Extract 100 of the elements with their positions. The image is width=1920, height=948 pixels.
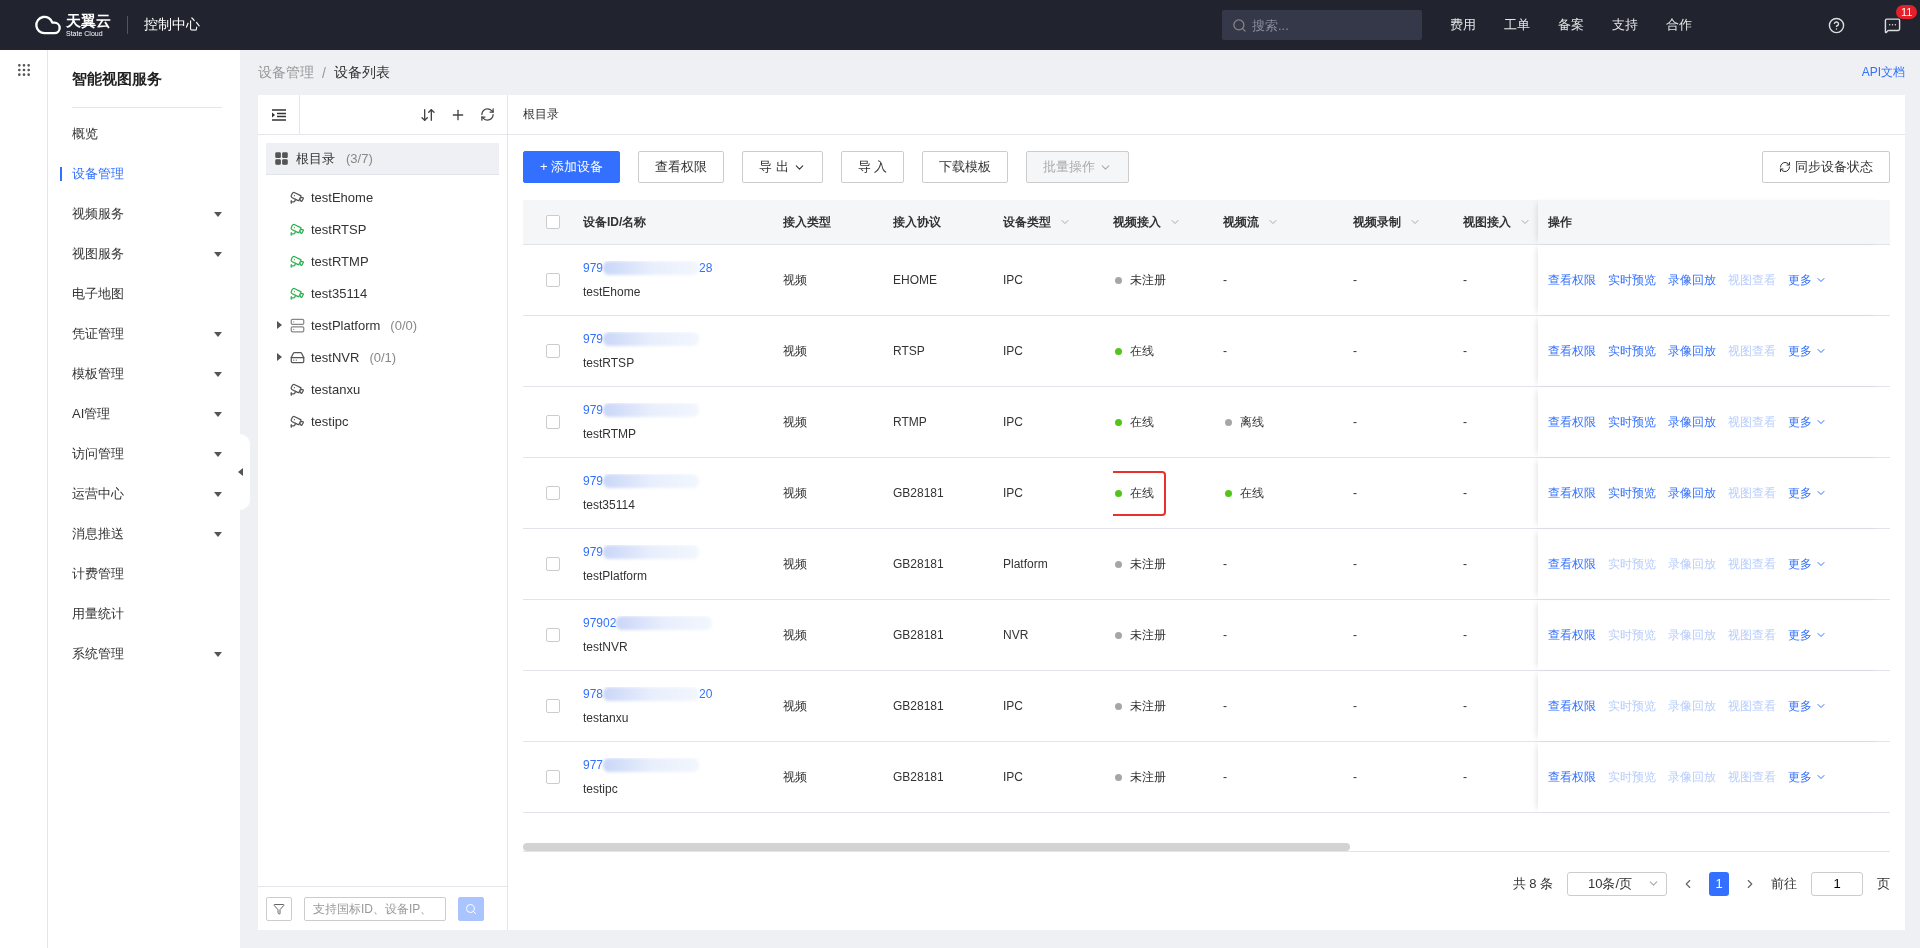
action-link[interactable]: 录像回放 <box>1668 271 1716 289</box>
toolbar-button[interactable]: 下载模板 <box>922 151 1009 183</box>
page-suffix: 页 <box>1877 874 1890 893</box>
page-size-select[interactable]: 10条/页 <box>1567 871 1667 896</box>
nav-link[interactable]: 工单 <box>1504 16 1530 34</box>
checkbox[interactable] <box>546 557 560 571</box>
checkbox[interactable] <box>546 486 560 500</box>
filter-button[interactable] <box>266 896 292 921</box>
refresh-icon[interactable] <box>480 106 495 122</box>
action-link[interactable]: 更多 <box>1788 555 1827 573</box>
action-link[interactable]: 更多 <box>1788 626 1827 644</box>
tree-item[interactable]: test35114 <box>258 277 507 309</box>
action-link[interactable]: 查看权限 <box>1548 271 1596 289</box>
checkbox[interactable] <box>546 215 560 229</box>
console-title[interactable]: 控制中心 <box>144 16 200 34</box>
nav-link[interactable]: 支持 <box>1612 16 1638 34</box>
tree-item[interactable]: testEhome <box>258 181 507 213</box>
device-id-link[interactable]: 979 <box>583 332 604 346</box>
toolbar-button[interactable]: 导 出 <box>742 151 823 183</box>
action-link[interactable]: 查看权限 <box>1548 555 1596 573</box>
checkbox[interactable] <box>546 770 560 784</box>
action-link[interactable]: 录像回放 <box>1668 342 1716 360</box>
tree-item[interactable]: testPlatform (0/0) <box>258 309 507 341</box>
table-cell-text: - <box>1223 557 1228 571</box>
nav-link[interactable]: 备案 <box>1558 16 1584 34</box>
device-id-link[interactable]: 28 <box>699 261 713 275</box>
table-cell-text: - <box>1223 273 1228 287</box>
action-link[interactable]: 更多 <box>1788 271 1827 289</box>
table-cell-text: GB28181 <box>893 628 945 642</box>
page-input[interactable]: 1 <box>1811 871 1863 896</box>
apps-icon[interactable] <box>15 62 32 78</box>
tree-count: (0/1) <box>369 349 397 365</box>
search-field[interactable]: 搜索... <box>1222 10 1422 40</box>
tree-item[interactable]: testRTSP <box>258 213 507 245</box>
filter-icon <box>273 902 285 915</box>
toolbar-button[interactable]: 导 入 <box>840 151 905 183</box>
table-cell-text: - <box>1353 628 1358 642</box>
checkbox[interactable] <box>546 628 560 642</box>
column-header: 接入类型 <box>783 213 831 231</box>
action-link[interactable]: 查看权限 <box>1548 413 1596 431</box>
action-link[interactable]: 更多 <box>1788 484 1827 502</box>
action-link[interactable]: 实时预览 <box>1608 342 1656 360</box>
action-link[interactable]: 实时预览 <box>1608 484 1656 502</box>
recorder-icon <box>290 349 305 365</box>
device-id-link[interactable]: 97902 <box>583 616 617 630</box>
search-button[interactable] <box>458 896 484 921</box>
tree-search-field[interactable]: 支持国标ID、设备IP、 <box>304 896 446 921</box>
action-link[interactable]: 查看权限 <box>1548 484 1596 502</box>
status-label: 在线 <box>1240 484 1264 502</box>
tree-root[interactable]: 根目录 (3/7) <box>266 143 499 175</box>
tree-item[interactable]: testanxu <box>258 373 507 405</box>
action-link[interactable]: 更多 <box>1788 697 1827 715</box>
api-docs-link[interactable]: API文档 <box>1861 64 1905 81</box>
camera-icon <box>290 189 305 205</box>
toolbar-button[interactable]: 查看权限 <box>638 151 725 183</box>
action-link[interactable]: 更多 <box>1788 768 1827 786</box>
sidebar-label: 设备管理 <box>72 165 124 183</box>
refresh-icon <box>1779 161 1791 173</box>
breadcrumb-separator: / <box>322 64 326 81</box>
tree-item[interactable]: testRTMP <box>258 245 507 277</box>
checkbox[interactable] <box>546 344 560 358</box>
action-link[interactable]: 录像回放 <box>1668 413 1716 431</box>
action-link[interactable]: 查看权限 <box>1548 626 1596 644</box>
sidebar-label: 消息推送 <box>72 525 124 543</box>
table-cell-text: GB28181 <box>893 557 945 571</box>
toolbar-button[interactable]: + 添加设备 <box>523 151 621 183</box>
nav-link[interactable]: 合作 <box>1666 16 1692 34</box>
device-name: testNVR <box>583 640 629 654</box>
action-link[interactable]: 查看权限 <box>1548 768 1596 786</box>
nav-link[interactable]: 费用 <box>1450 16 1476 34</box>
tree-item[interactable]: testNVR (0/1) <box>258 341 507 373</box>
caret-icon[interactable] <box>276 321 282 329</box>
action-link[interactable]: 录像回放 <box>1668 484 1716 502</box>
scrollbar[interactable] <box>523 843 1350 851</box>
status-label: 离线 <box>1240 413 1264 431</box>
tree-item[interactable]: testipc <box>258 405 507 437</box>
device-id-link[interactable]: 979 <box>583 403 604 417</box>
action-link[interactable]: 实时预览 <box>1608 271 1656 289</box>
device-id-link[interactable]: 979 <box>583 474 604 488</box>
page-button[interactable]: 1 <box>1709 871 1729 896</box>
action-link[interactable]: 查看权限 <box>1548 697 1596 715</box>
device-id-link[interactable]: 979 <box>583 261 604 275</box>
action-link[interactable]: 更多 <box>1788 342 1827 360</box>
action-link[interactable]: 实时预览 <box>1608 413 1656 431</box>
device-id-link[interactable]: 979 <box>583 545 604 559</box>
device-id-link[interactable]: 978 <box>583 687 604 701</box>
action-link[interactable]: 查看权限 <box>1548 342 1596 360</box>
breadcrumb-item[interactable]: 设备管理 <box>258 63 314 82</box>
message-icon[interactable] <box>1883 16 1901 34</box>
help-icon[interactable] <box>1827 16 1845 34</box>
device-id-link[interactable]: 20 <box>699 687 713 701</box>
checkbox[interactable] <box>546 273 560 287</box>
sync-status-button[interactable]: 同步设备状态 <box>1762 151 1890 183</box>
device-id-link[interactable]: 977 <box>583 758 604 772</box>
checkbox[interactable] <box>546 699 560 713</box>
sort-icon[interactable] <box>420 106 436 123</box>
caret-icon <box>214 211 222 217</box>
caret-icon[interactable] <box>276 353 282 361</box>
action-link[interactable]: 更多 <box>1788 413 1827 431</box>
checkbox[interactable] <box>546 415 560 429</box>
